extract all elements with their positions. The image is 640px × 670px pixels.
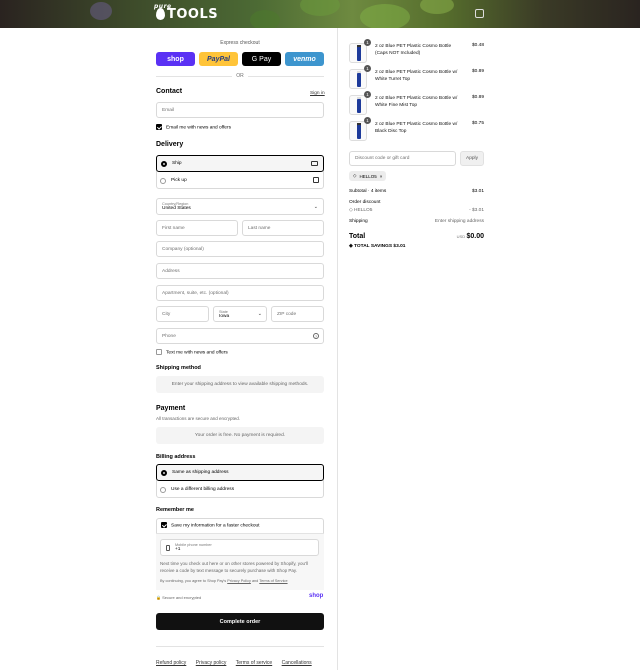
paypal-button[interactable]: PayPal — [199, 52, 238, 66]
store-icon — [313, 177, 319, 183]
remember-title: Remember me — [156, 507, 194, 513]
cart-icon[interactable] — [475, 9, 484, 18]
payment-note: Your order is free. No payment is requir… — [156, 427, 324, 444]
chevron-down-icon: ⌄ — [313, 204, 318, 210]
address-field[interactable]: Address — [156, 263, 324, 279]
order-discount-row: Order discount — [349, 200, 381, 205]
header-banner: pure TOOLS — [0, 0, 640, 28]
country-select[interactable]: Country/Region United States ⌄ — [156, 198, 324, 215]
total-row: Total USD $0.00 — [349, 233, 484, 240]
ship-option[interactable]: Ship — [156, 155, 324, 172]
product-price: $0.89 — [472, 69, 485, 74]
help-icon[interactable]: ? — [313, 333, 319, 339]
checkbox-icon[interactable] — [156, 349, 162, 355]
phone-icon — [166, 545, 170, 551]
complete-order-button[interactable]: Complete order — [156, 613, 324, 630]
product-image — [349, 43, 367, 63]
drop-icon — [156, 8, 165, 20]
checkbox-icon[interactable] — [156, 124, 162, 130]
line-item: 1 2 oz Blue PET Plastic Cosmo Bottle w/ … — [349, 65, 485, 91]
shipping-row: Shipping Enter shipping address — [349, 219, 484, 224]
quantity-badge: 1 — [364, 91, 371, 98]
store-logo[interactable]: pure TOOLS — [154, 3, 218, 24]
discount-tag: ◇ HELLO5 × — [349, 171, 387, 181]
privacy-link[interactable]: Privacy Policy — [227, 579, 251, 583]
last-name-field[interactable]: Last name — [242, 220, 324, 236]
pickup-option[interactable]: Pick up — [156, 172, 324, 189]
state-select[interactable]: State Iowa ⌄ — [213, 306, 267, 322]
shop-logo: shop — [309, 593, 324, 599]
product-name: 2 oz Blue PET Plastic Cosmo Bottle w/ Bl… — [375, 122, 458, 134]
billing-same-option[interactable]: Same as shipping address — [156, 464, 324, 481]
contact-title: Contact — [156, 88, 183, 95]
line-item: 1 2 oz Blue PET Plastic Cosmo Bottle w/ … — [349, 91, 485, 117]
tag-icon: ◇ — [349, 208, 353, 213]
text-me-row[interactable]: Text me with news and offers — [156, 349, 228, 355]
delivery-title: Delivery — [156, 141, 184, 148]
venmo-button[interactable]: venmo — [285, 52, 324, 66]
radio-selected-icon — [161, 469, 167, 476]
line-item: 1 2 oz Blue PET Plastic Cosmo Bottle (Ca… — [349, 39, 485, 65]
sign-in-link[interactable]: Sign in — [310, 91, 325, 96]
line-item: 1 2 oz Blue PET Plastic Cosmo Bottle w/ … — [349, 117, 485, 143]
save-info-row[interactable]: Save my information for a faster checkou… — [161, 522, 260, 528]
discount-code-row: ◇ HELLO5 - $3.01 — [349, 208, 484, 213]
phone-field[interactable]: Phone ? — [156, 328, 324, 344]
checkbox-icon[interactable] — [161, 522, 167, 528]
product-name: 2 oz Blue PET Plastic Cosmo Bottle w/ Wh… — [375, 96, 458, 108]
secure-note: 🔒 Secure and encrypted — [156, 595, 202, 600]
quantity-badge: 1 — [364, 39, 371, 46]
product-price: $0.48 — [472, 43, 485, 48]
shop-pay-info: Next time you check out here or on other… — [160, 561, 308, 573]
or-label: OR — [232, 73, 248, 79]
quantity-badge: 1 — [364, 65, 371, 72]
email-field[interactable]: Email — [156, 102, 324, 118]
terms-text: By continuing, you agree to Shop Pay's P… — [160, 579, 288, 583]
apply-button[interactable]: Apply — [460, 151, 484, 166]
product-name: 2 oz Blue PET Plastic Cosmo Bottle (Caps… — [375, 44, 452, 56]
product-name: 2 oz Blue PET Plastic Cosmo Bottle w/ Wh… — [375, 70, 458, 82]
terms-of-service-link[interactable]: Terms of service — [236, 660, 272, 666]
footer-links: Refund policy Privacy policy Terms of se… — [156, 651, 317, 669]
payment-subtitle: All transactions are secure and encrypte… — [156, 416, 241, 421]
privacy-policy-link[interactable]: Privacy policy — [196, 660, 227, 666]
quantity-badge: 1 — [364, 117, 371, 124]
product-image — [349, 69, 367, 89]
payment-title: Payment — [156, 405, 186, 412]
first-name-field[interactable]: First name — [156, 220, 238, 236]
subtotal-row: Subtotal · 4 items $3.01 — [349, 189, 484, 194]
cancellations-link[interactable]: Cancellations — [282, 660, 312, 666]
refund-policy-link[interactable]: Refund policy — [156, 660, 186, 666]
divider — [156, 646, 324, 647]
product-image — [349, 121, 367, 141]
zip-field[interactable]: ZIP code — [271, 306, 324, 322]
mobile-phone-field[interactable]: Mobile phone number +1 — [160, 539, 319, 556]
shipping-method-title: Shipping method — [156, 365, 201, 371]
product-image — [349, 95, 367, 115]
product-price: $0.89 — [472, 95, 485, 100]
total-savings: ◈ TOTAL SAVINGS $3.01 — [349, 244, 406, 249]
truck-icon — [311, 161, 318, 166]
radio-icon — [160, 486, 166, 493]
company-field[interactable]: Company (optional) — [156, 241, 324, 257]
product-price: $0.75 — [472, 121, 485, 126]
radio-selected-icon — [161, 160, 167, 167]
radio-icon — [160, 177, 166, 184]
shipping-method-note: Enter your shipping address to view avai… — [156, 376, 324, 393]
chevron-down-icon: ⌄ — [257, 311, 262, 317]
tag-icon: ◈ — [349, 244, 353, 249]
lock-icon: 🔒 — [156, 595, 161, 600]
google-pay-button[interactable]: G Pay — [242, 52, 281, 66]
city-field[interactable]: City — [156, 306, 209, 322]
discount-code-field[interactable]: Discount code or gift card — [349, 151, 456, 166]
close-icon[interactable]: × — [380, 174, 383, 179]
news-checkbox-row[interactable]: Email me with news and offers — [156, 124, 231, 130]
express-checkout-label: Express checkout — [220, 40, 260, 46]
tag-icon: ◇ — [353, 173, 357, 178]
billing-title: Billing address — [156, 454, 196, 460]
billing-different-option[interactable]: Use a different billing address — [156, 481, 324, 498]
apartment-field[interactable]: Apartment, suite, etc. (optional) — [156, 285, 324, 301]
terms-link[interactable]: Terms of Service — [259, 579, 287, 583]
shop-pay-button[interactable]: shop — [156, 52, 195, 66]
